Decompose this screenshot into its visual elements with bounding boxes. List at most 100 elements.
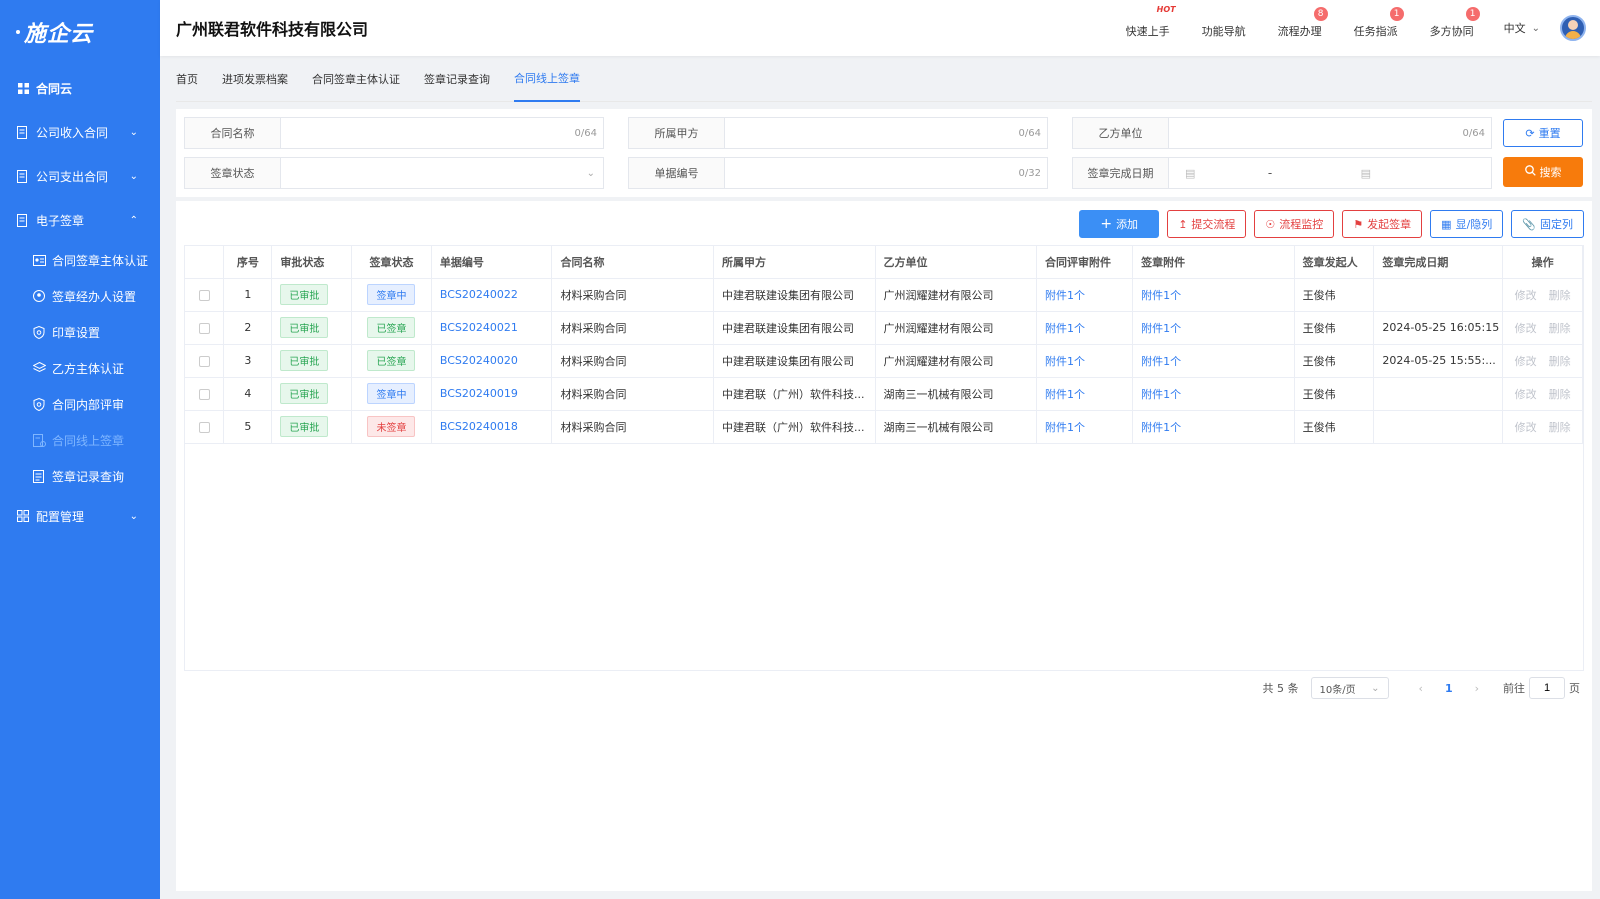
flow-monitor-button[interactable]: ☉ 流程监控 <box>1254 210 1335 238</box>
edit-button[interactable]: 修改 <box>1515 421 1537 434</box>
function-nav-label: 功能导航 <box>1201 25 1246 38</box>
sign-attachment-link[interactable]: 附件1个 <box>1141 289 1181 302</box>
calendar-icon[interactable]: ▤ <box>1361 167 1371 180</box>
prev-page-button[interactable]: ‹ <box>1419 682 1423 695</box>
submit-flow-button[interactable]: ↥ 提交流程 <box>1167 210 1247 238</box>
sidebar-subitem-handler-setting[interactable]: 签章经办人设置 <box>0 278 160 314</box>
reset-button[interactable]: ⟳ 重置 <box>1503 119 1583 147</box>
edit-button[interactable]: 修改 <box>1515 388 1537 401</box>
delete-button[interactable]: 删除 <box>1549 421 1571 434</box>
goto-page-input[interactable] <box>1529 677 1565 699</box>
calendar-icon[interactable]: ▤ <box>1185 167 1195 180</box>
doc-no-cell: BCS20240022 <box>431 278 553 312</box>
tab-sign-records[interactable]: 签章记录查询 <box>424 56 490 102</box>
contract-name-input[interactable] <box>281 118 575 148</box>
process-link[interactable]: 流程办理 8 <box>1278 7 1328 39</box>
page-size-select[interactable]: 10条/页 ⌄ <box>1310 677 1389 699</box>
party-b-input[interactable] <box>1169 118 1463 148</box>
chevron-up-icon: ⌃ <box>129 214 138 226</box>
party-a-input[interactable] <box>725 118 1019 148</box>
start-sign-button[interactable]: ⚑ 发起签章 <box>1342 210 1423 238</box>
sidebar-subitem-subject-auth[interactable]: 合同签章主体认证 <box>0 242 160 278</box>
approval-status-tag: 已审批 <box>280 317 329 338</box>
current-page[interactable]: 1 <box>1445 682 1453 695</box>
review-attachment-link[interactable]: 附件1个 <box>1045 289 1085 302</box>
done-date-label: 签章完成日期 <box>1073 158 1169 188</box>
fix-columns-button[interactable]: 📎 固定列 <box>1511 210 1584 238</box>
edit-button[interactable]: 修改 <box>1515 322 1537 335</box>
collab-link[interactable]: 多方协同 1 <box>1430 7 1480 39</box>
tab-invoice-archive[interactable]: 进项发票档案 <box>222 56 288 102</box>
table-row[interactable]: 1 已审批 签章中 BCS20240022 材料采购合同 中建君联建设集团有限公司 广州润耀… <box>185 278 1583 312</box>
doc-no-link[interactable]: BCS20240020 <box>440 354 518 367</box>
reset-label: 重置 <box>1538 127 1561 140</box>
sidebar-item-e-signature[interactable]: 电子签章 ⌃ <box>0 198 160 242</box>
edit-button[interactable]: 修改 <box>1515 289 1537 302</box>
show-hide-columns-button[interactable]: ▦ 显/隐列 <box>1430 210 1504 238</box>
delete-button[interactable]: 删除 <box>1549 355 1571 368</box>
initiator-cell: 王俊伟 <box>1294 344 1375 378</box>
sign-attachment-cell: 附件1个 <box>1132 311 1295 345</box>
review-attachment-link[interactable]: 附件1个 <box>1045 322 1085 335</box>
search-button[interactable]: 搜索 <box>1503 157 1583 187</box>
tab-subject-auth[interactable]: 合同签章主体认证 <box>312 56 400 102</box>
next-page-button[interactable]: › <box>1475 682 1479 695</box>
logo[interactable]: 施企云 <box>0 0 160 64</box>
sidebar-item-contract-cloud[interactable]: 合同云 <box>0 66 160 110</box>
review-attachment-link[interactable]: 附件1个 <box>1045 388 1085 401</box>
chevron-down-icon: ⌄ <box>129 510 138 522</box>
sign-status-tag: 未签章 <box>367 416 416 437</box>
language-selector[interactable]: 中文 ⌄ <box>1504 20 1540 36</box>
quick-start-link[interactable]: 快速上手 HOT <box>1126 5 1176 39</box>
delete-button[interactable]: 删除 <box>1549 289 1571 302</box>
sidebar-item-expense-contract[interactable]: 公司支出合同 ⌄ <box>0 154 160 198</box>
row-checkbox[interactable] <box>198 388 210 400</box>
tab-online-sign[interactable]: 合同线上签章 <box>514 56 580 102</box>
sign-status-select[interactable] <box>281 158 587 188</box>
sidebar-subitem-partyb-auth[interactable]: 乙方主体认证 <box>0 350 160 386</box>
doc-no-link[interactable]: BCS20240019 <box>440 387 518 400</box>
row-checkbox[interactable] <box>198 289 210 301</box>
row-checkbox[interactable] <box>198 322 210 334</box>
doc-no-link[interactable]: BCS20240022 <box>440 288 518 301</box>
sign-attachment-link[interactable]: 附件1个 <box>1141 355 1181 368</box>
delete-button[interactable]: 删除 <box>1549 388 1571 401</box>
add-button[interactable]: + 添加 <box>1079 210 1160 238</box>
edit-button[interactable]: 修改 <box>1515 355 1537 368</box>
review-attachment-link[interactable]: 附件1个 <box>1045 421 1085 434</box>
col-header: 序号 <box>223 246 273 279</box>
sign-attachment-link[interactable]: 附件1个 <box>1141 322 1181 335</box>
task-link[interactable]: 任务指派 1 <box>1354 7 1404 39</box>
review-attachment-link[interactable]: 附件1个 <box>1045 355 1085 368</box>
sign-attachment-link[interactable]: 附件1个 <box>1141 421 1181 434</box>
function-nav-link[interactable]: 功能导航 <box>1202 17 1246 39</box>
initiator-cell: 王俊伟 <box>1294 311 1375 345</box>
table-row[interactable]: 3 已审批 已签章 BCS20240020 材料采购合同 中建君联建设集团有限公司 广州润耀… <box>185 344 1583 378</box>
table-row[interactable]: 2 已审批 已签章 BCS20240021 材料采购合同 中建君联建设集团有限公司 广州润耀… <box>185 311 1583 345</box>
table-row[interactable]: 4 已审批 签章中 BCS20240019 材料采购合同 中建君联（广州）软件科技... 湖… <box>185 377 1583 411</box>
doc-no-link[interactable]: BCS20240018 <box>440 420 518 433</box>
approval-status-tag: 已审批 <box>280 350 329 371</box>
sidebar-subitem-seal-setting[interactable]: 印章设置 <box>0 314 160 350</box>
doc-no-cell: BCS20240021 <box>431 311 553 345</box>
delete-button[interactable]: 删除 <box>1549 322 1571 335</box>
sidebar-subitem-sign-records[interactable]: 签章记录查询 <box>0 458 160 494</box>
table-row[interactable]: 5 已审批 未签章 BCS20240018 材料采购合同 中建君联（广州）软件科技... 湖… <box>185 410 1583 444</box>
sidebar-subitem-online-sign[interactable]: 合同线上签章 <box>0 422 160 458</box>
doc-no-link[interactable]: BCS20240021 <box>440 321 518 334</box>
chevron-down-icon: ⌄ <box>129 126 138 138</box>
sign-status-tag: 已签章 <box>367 317 416 338</box>
tab-home[interactable]: 首页 <box>176 56 198 102</box>
sign-attachment-link[interactable]: 附件1个 <box>1141 388 1181 401</box>
user-avatar[interactable] <box>1560 15 1586 41</box>
sidebar-item-income-contract[interactable]: 公司收入合同 ⌄ <box>0 110 160 154</box>
row-checkbox[interactable] <box>198 421 210 433</box>
row-index: 3 <box>223 344 273 378</box>
doc-no-input[interactable] <box>725 158 1019 188</box>
sidebar-subitem-internal-review[interactable]: 合同内部评审 <box>0 386 160 422</box>
doc-no-count: 0/32 <box>1018 167 1041 179</box>
doc-no-cell: BCS20240019 <box>431 377 553 411</box>
sidebar-item-config[interactable]: 配置管理 ⌄ <box>0 494 160 538</box>
row-checkbox[interactable] <box>198 355 210 367</box>
contract-name-label: 合同名称 <box>185 118 281 148</box>
